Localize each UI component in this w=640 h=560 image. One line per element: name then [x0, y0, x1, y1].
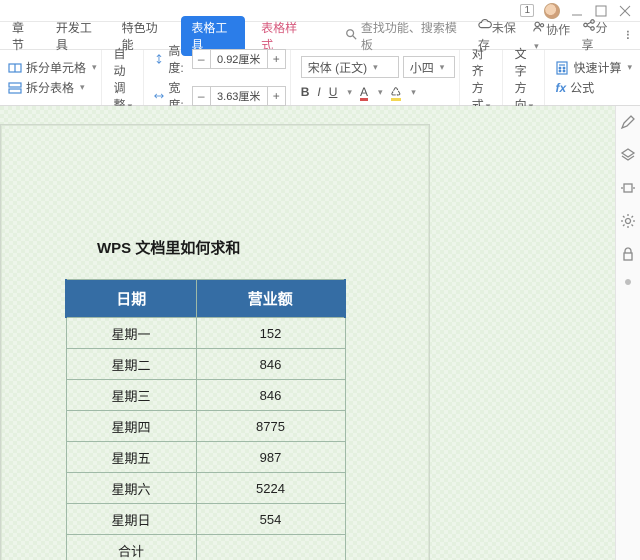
more-icon[interactable]: ⠇	[625, 29, 634, 43]
panel-dot-icon[interactable]	[625, 279, 631, 285]
chevron-down-icon: ▾	[440, 62, 445, 73]
panel-lock-icon[interactable]	[620, 246, 636, 265]
table-row: 合计	[66, 535, 345, 560]
height-increase[interactable]: +	[267, 50, 285, 68]
table-row: 星期日554	[66, 504, 345, 535]
row-height-icon	[154, 52, 164, 66]
split-group: 拆分单元格▾ 拆分表格▾	[4, 50, 102, 105]
document-title: WPS 文档里如何求和	[97, 237, 240, 258]
height-stepper[interactable]: – +	[192, 49, 286, 69]
quick-calc-button[interactable]: 快速计算▾	[555, 59, 632, 76]
document-canvas[interactable]: WPS 文档里如何求和 日期 营业额 星期一152 星期二846 星期三846 …	[0, 106, 640, 560]
height-label: 高度:	[168, 42, 187, 76]
underline-button[interactable]: U	[329, 85, 338, 99]
autofit-button[interactable]: 自动调整▾	[108, 50, 145, 105]
width-increase[interactable]: +	[267, 87, 285, 105]
data-table[interactable]: 日期 营业额 星期一152 星期二846 星期三846 星期四8775 星期五9…	[65, 279, 346, 560]
titlebar-right-cluster: 未保存 协作▾ 分享 ⠇	[478, 18, 634, 53]
height-input[interactable]	[211, 50, 267, 68]
font-name-combo[interactable]: 宋体 (正文)▾	[301, 56, 399, 78]
text-direction-button[interactable]: IIA 文字方向▾	[509, 50, 546, 105]
height-decrease[interactable]: –	[193, 50, 211, 68]
table-row: 星期五987	[66, 442, 345, 473]
table-row: 星期三846	[66, 380, 345, 411]
col-width-icon	[154, 89, 164, 103]
menu-bar: 章节 开发工具 特色功能 表格工具 表格样式 查找功能、搜索模板 未保存 协作▾…	[0, 22, 640, 50]
side-toolbar	[615, 106, 640, 560]
panel-carousel-icon[interactable]	[620, 180, 636, 199]
chevron-down-icon: ▾	[373, 62, 378, 73]
font-color-button[interactable]: A	[360, 85, 368, 99]
formula-button[interactable]: fxfx 公式公式	[555, 79, 632, 96]
table-row: 星期四8775	[66, 411, 345, 442]
panel-pencil-icon[interactable]	[620, 114, 636, 133]
table-row: 星期二846	[66, 349, 345, 380]
table-header-amount[interactable]: 营业额	[196, 280, 345, 318]
width-input[interactable]	[211, 87, 267, 105]
minimize-button[interactable]	[570, 4, 584, 18]
search-icon	[345, 28, 357, 43]
font-size-combo[interactable]: 小四▾	[403, 56, 455, 78]
panel-layers-icon[interactable]	[620, 147, 636, 166]
table-row: 星期六5224	[66, 473, 345, 504]
close-button[interactable]	[618, 4, 632, 18]
align-button[interactable]: 对齐方式▾	[466, 50, 503, 105]
user-avatar[interactable]	[544, 3, 560, 19]
table-row: 星期一152	[66, 318, 345, 349]
ribbon-toolbar: 拆分单元格▾ 拆分表格▾ 自动调整▾ 高度: – + 宽度: – +	[0, 50, 640, 106]
search-placeholder: 查找功能、搜索模板	[361, 19, 458, 53]
table-header-day[interactable]: 日期	[66, 280, 196, 318]
split-cell-button[interactable]: 拆分单元格▾	[8, 59, 97, 76]
italic-button[interactable]: I	[317, 85, 320, 99]
maximize-button[interactable]	[594, 4, 608, 18]
page: WPS 文档里如何求和 日期 营业额 星期一152 星期二846 星期三846 …	[0, 124, 430, 560]
share-button[interactable]: 分享	[582, 18, 616, 53]
dimension-group: 高度: – + 宽度: – +	[150, 50, 290, 105]
search-box[interactable]: 查找功能、搜索模板	[345, 19, 458, 53]
width-decrease[interactable]: –	[193, 87, 211, 105]
notification-badge[interactable]: 1	[520, 4, 534, 17]
panel-settings-icon[interactable]	[620, 213, 636, 232]
width-stepper[interactable]: – +	[192, 86, 286, 106]
split-table-button[interactable]: 拆分表格▾	[8, 79, 97, 96]
highlight-button[interactable]: ♺	[391, 85, 402, 99]
bold-button[interactable]: B	[301, 85, 310, 99]
